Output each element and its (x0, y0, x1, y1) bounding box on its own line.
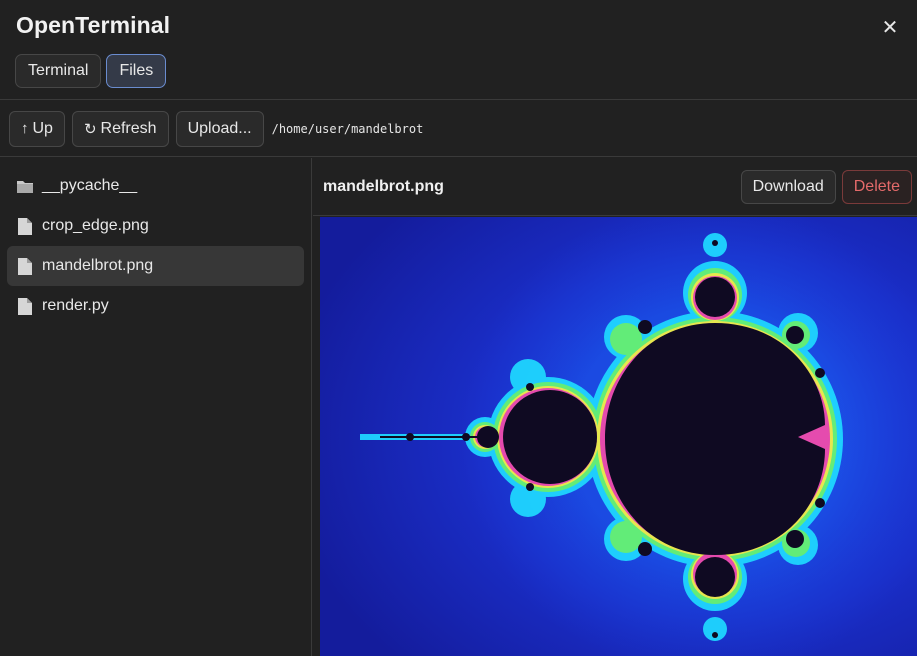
file-item-mandelbrot[interactable]: mandelbrot.png (7, 246, 304, 286)
tab-terminal[interactable]: Terminal (15, 54, 102, 88)
file-icon (16, 256, 34, 276)
file-item-crop-edge[interactable]: crop_edge.png (7, 206, 304, 246)
preview-header: mandelbrot.png Download Delete (313, 158, 917, 216)
up-button-label: Up (32, 119, 53, 137)
up-button[interactable]: ↑ Up (9, 110, 65, 147)
refresh-button-label: Refresh (100, 119, 157, 137)
file-item-label: crop_edge.png (42, 217, 149, 234)
refresh-icon: ↻ (83, 120, 97, 138)
file-item-render[interactable]: render.py (7, 286, 304, 326)
delete-button[interactable]: Delete (841, 169, 912, 204)
file-item-label: render.py (42, 297, 109, 314)
current-path: /home/user/mandelbrot (271, 121, 424, 136)
file-item-label: __pycache__ (42, 177, 138, 194)
app-title: OpenTerminal (16, 12, 171, 38)
folder-icon (16, 176, 34, 196)
mandelbrot-image (320, 217, 917, 656)
file-item-label: mandelbrot.png (42, 257, 154, 274)
tab-bar: Terminal Files (15, 54, 167, 88)
file-list: __pycache__ crop_edge.png mandelbrot.png (0, 158, 312, 656)
file-item-pycache[interactable]: __pycache__ (7, 166, 304, 206)
file-icon (16, 296, 34, 316)
refresh-button[interactable]: ↻ Refresh (71, 110, 169, 147)
open-terminal-window: OpenTerminal ✕ Terminal Files ↑ Up ↻ Ref… (0, 0, 917, 656)
close-icon: ✕ (881, 16, 899, 39)
upload-button[interactable]: Upload... (175, 110, 264, 147)
download-button[interactable]: Download (740, 169, 836, 204)
tab-files[interactable]: Files (106, 54, 167, 88)
file-toolbar: ↑ Up ↻ Refresh Upload... /home/user/mand… (0, 101, 917, 157)
close-button[interactable]: ✕ (877, 14, 903, 40)
file-icon (16, 216, 34, 236)
preview-filename: mandelbrot.png (323, 177, 444, 195)
window-header: OpenTerminal ✕ Terminal Files (0, 0, 917, 100)
image-preview (320, 217, 917, 656)
upload-button-label: Upload... (187, 119, 252, 137)
file-preview-pane: mandelbrot.png Download Delete (313, 158, 917, 656)
arrow-up-icon: ↑ (21, 120, 29, 137)
